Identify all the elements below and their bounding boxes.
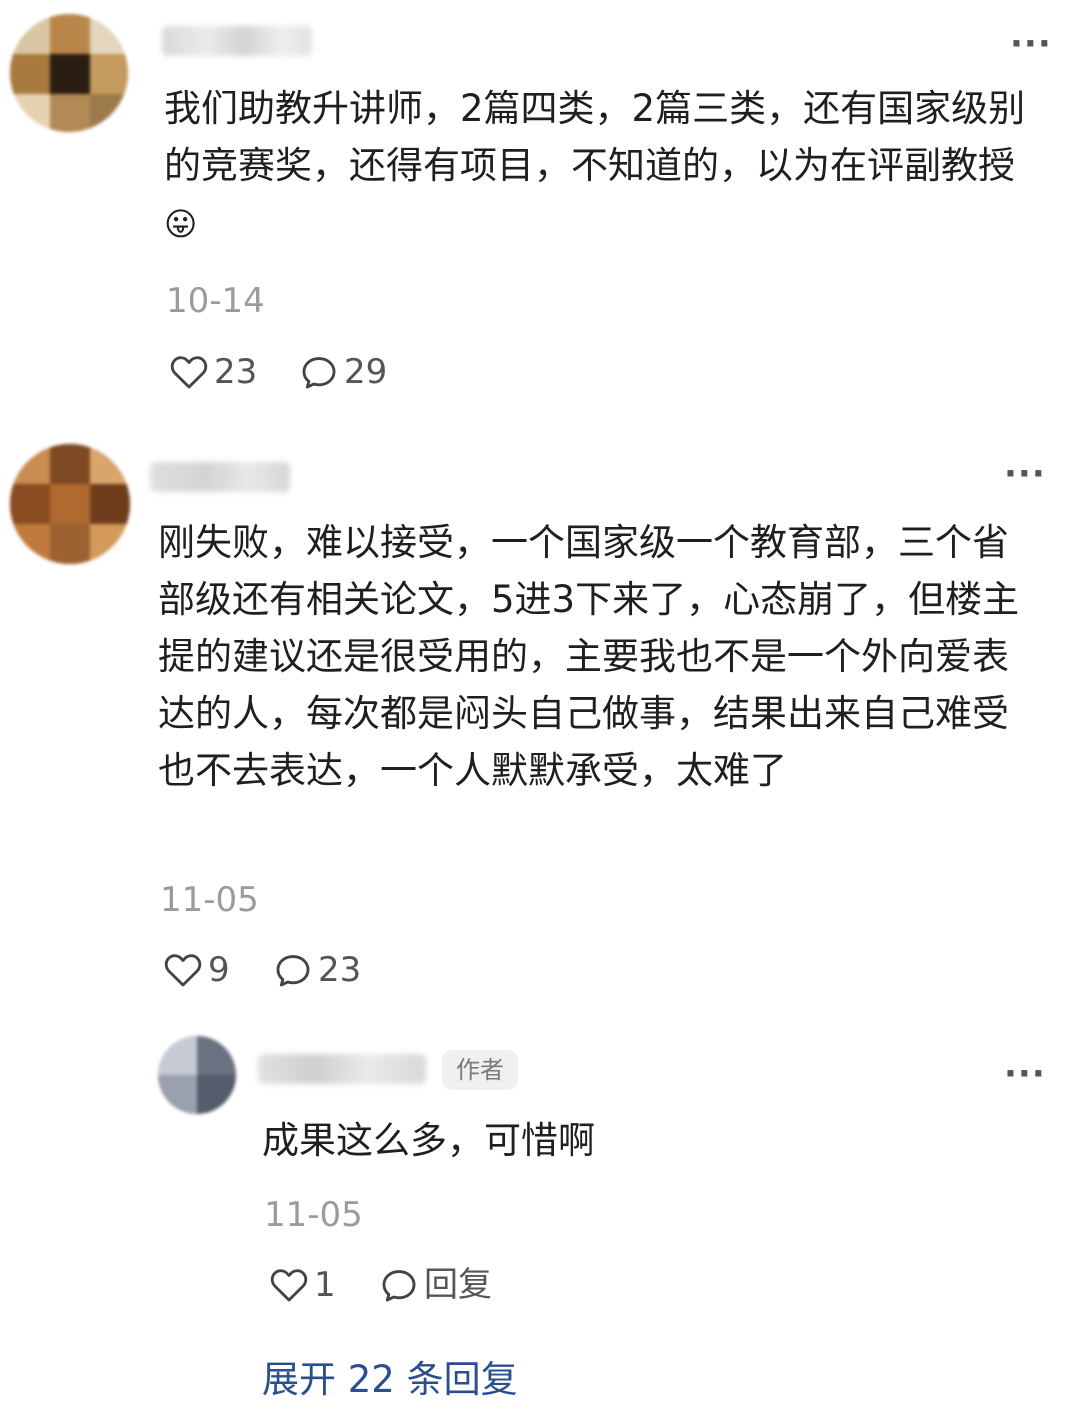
heart-icon <box>164 954 202 987</box>
reply-label: 回复 <box>424 1265 492 1305</box>
like-count: 23 <box>214 352 258 392</box>
reply-count: 23 <box>318 950 362 990</box>
avatar[interactable] <box>10 14 128 132</box>
reply-button[interactable]: 回复 <box>380 1265 492 1305</box>
reply-date: 11-05 <box>264 1195 363 1235</box>
comment-text: 刚失败，难以接受，一个国家级一个教育部，三个省部级还有相关论文，5进3下来了，心… <box>158 521 1020 792</box>
reply-text: 成果这么多，可惜啊 <box>262 1119 595 1162</box>
like-button[interactable]: 9 <box>164 950 230 990</box>
comment-bubble-icon <box>302 357 336 389</box>
more-options-icon[interactable]: ··· <box>1004 1057 1046 1091</box>
username-blurred[interactable] <box>150 462 290 492</box>
avatar[interactable] <box>158 1036 236 1114</box>
heart-icon <box>170 356 208 389</box>
like-count: 9 <box>208 950 230 990</box>
username-blurred[interactable] <box>258 1054 426 1084</box>
more-options-icon[interactable]: ··· <box>1010 27 1052 61</box>
reply-count: 29 <box>344 352 388 392</box>
like-count: 1 <box>314 1265 336 1305</box>
comment-date: 10-14 <box>166 281 265 321</box>
more-options-icon[interactable]: ··· <box>1004 457 1046 491</box>
author-badge: 作者 <box>442 1050 518 1090</box>
reply-button[interactable]: 29 <box>300 352 387 392</box>
like-button[interactable]: 23 <box>170 352 257 392</box>
sticker-emoji-icon: 😛 <box>164 205 198 243</box>
comment-text: 我们助教升讲师，2篇四类，2篇三类，还有国家级别的竞赛奖，还得有项目，不知道的，… <box>164 80 1044 253</box>
comment-bubble-icon <box>382 1270 416 1302</box>
heart-icon <box>270 1269 308 1302</box>
reply-button[interactable]: 23 <box>274 950 361 990</box>
comment-date: 11-05 <box>160 880 259 920</box>
username-blurred[interactable] <box>162 26 312 56</box>
avatar[interactable] <box>10 444 130 564</box>
comment-bubble-icon <box>276 955 310 987</box>
expand-replies-link[interactable]: 展开 22 条回复 <box>262 1356 518 1404</box>
like-button[interactable]: 1 <box>270 1265 336 1305</box>
